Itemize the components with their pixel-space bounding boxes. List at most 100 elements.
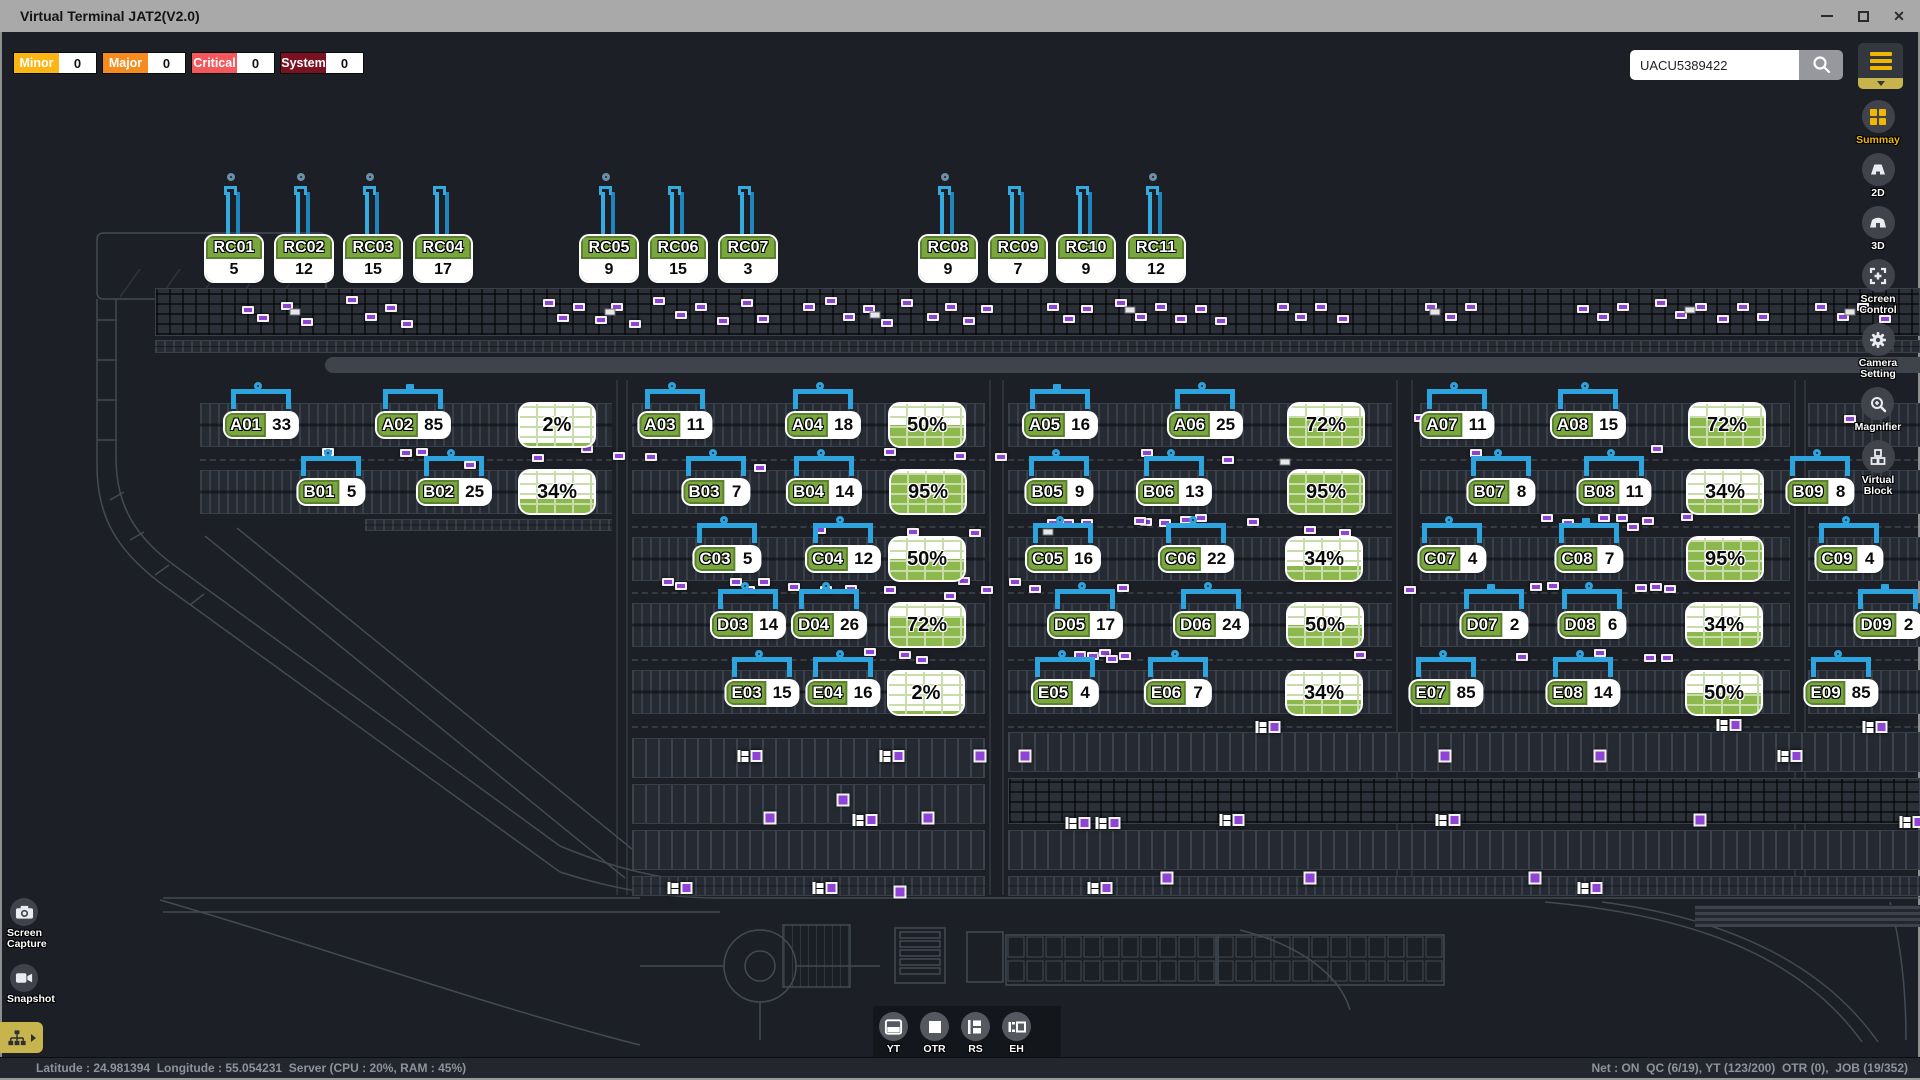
rc-crane-label-RC03[interactable]: RC0315 — [345, 236, 401, 281]
equipment-marker[interactable] — [922, 812, 935, 825]
block-label-E07[interactable]: E0785 — [1410, 681, 1481, 705]
container-marker[interactable] — [944, 592, 956, 600]
equipment-toggle-eh[interactable]: EH — [1002, 1012, 1031, 1055]
occupancy-badge[interactable]: 34% — [520, 471, 594, 513]
close-button[interactable]: ✕ — [1888, 5, 1910, 27]
block-label-C08[interactable]: C087 — [1556, 547, 1621, 571]
container-marker[interactable] — [1651, 445, 1663, 453]
block-label-D07[interactable]: D072 — [1461, 613, 1526, 637]
menu-collapse-tab[interactable] — [1858, 78, 1903, 89]
sidebar-item-screen-control[interactable]: Screen Control — [1847, 259, 1909, 316]
block-label-B07[interactable]: B078 — [1468, 480, 1533, 504]
yard-truck-marker[interactable] — [668, 882, 693, 894]
block-label-E09[interactable]: E0985 — [1805, 681, 1876, 705]
container-marker[interactable] — [1577, 305, 1589, 313]
container-marker[interactable] — [257, 314, 269, 322]
yard-truck-marker[interactable] — [1717, 719, 1742, 731]
container-marker[interactable] — [1717, 315, 1729, 323]
container-marker[interactable] — [899, 651, 911, 659]
container-marker[interactable] — [695, 303, 707, 311]
container-marker[interactable] — [1119, 652, 1131, 660]
container-marker[interactable] — [1134, 517, 1146, 525]
container-marker[interactable] — [758, 578, 770, 586]
occupancy-badge[interactable]: 50% — [890, 404, 964, 446]
block-label-C07[interactable]: C074 — [1419, 547, 1484, 571]
tool-snapshot[interactable]: Snapshot — [7, 964, 63, 1005]
yard-truck-marker[interactable] — [1578, 882, 1603, 894]
equipment-toggle-yt[interactable]: YT — [879, 1012, 908, 1055]
container-marker[interactable] — [1215, 317, 1227, 325]
container-marker[interactable] — [1757, 313, 1769, 321]
block-label-A07[interactable]: A0711 — [1421, 413, 1492, 437]
alarm-counter-system[interactable]: System0 — [280, 52, 364, 74]
container-marker[interactable] — [385, 304, 397, 312]
container-marker[interactable] — [1117, 584, 1129, 592]
container-marker[interactable] — [843, 313, 855, 321]
equipment-marker[interactable] — [1161, 872, 1174, 885]
rc-crane-label-RC01[interactable]: RC015 — [206, 236, 262, 281]
yard-truck-marker[interactable] — [1220, 814, 1245, 826]
occupancy-badge[interactable]: 72% — [890, 604, 964, 646]
equipment-marker[interactable] — [764, 812, 777, 825]
container-marker[interactable] — [1247, 518, 1259, 526]
container-marker[interactable] — [645, 453, 657, 461]
equipment-marker[interactable] — [1594, 750, 1607, 763]
block-label-C09[interactable]: C094 — [1816, 547, 1881, 571]
rc-crane-label-RC08[interactable]: RC089 — [920, 236, 976, 281]
container-marker[interactable] — [1155, 303, 1167, 311]
container-marker[interactable] — [907, 528, 919, 536]
block-label-A08[interactable]: A0815 — [1552, 413, 1624, 437]
block-label-D06[interactable]: D0624 — [1175, 613, 1247, 637]
container-marker[interactable] — [675, 311, 687, 319]
container-marker[interactable] — [954, 452, 966, 460]
container-marker[interactable] — [963, 317, 975, 325]
rc-crane-label-RC10[interactable]: RC109 — [1058, 236, 1114, 281]
block-label-E05[interactable]: E054 — [1033, 681, 1097, 705]
container-marker[interactable] — [1661, 654, 1673, 662]
container-marker[interactable] — [1737, 303, 1749, 311]
container-marker[interactable] — [1650, 583, 1662, 591]
equipment-marker[interactable] — [837, 794, 850, 807]
sidebar-item-virtual-block[interactable]: Virtual Block — [1847, 440, 1909, 497]
main-menu-button[interactable] — [1858, 43, 1903, 78]
container-marker[interactable] — [1664, 585, 1676, 593]
container-marker[interactable] — [1655, 299, 1667, 307]
equipment-marker[interactable] — [1694, 814, 1707, 827]
container-marker[interactable] — [1277, 303, 1289, 311]
container-marker[interactable] — [884, 448, 896, 456]
container-marker[interactable] — [613, 452, 625, 460]
occupancy-badge[interactable]: 95% — [891, 471, 965, 513]
occupancy-badge[interactable]: 2% — [889, 672, 963, 714]
container-marker[interactable] — [1445, 313, 1457, 321]
container-marker[interactable] — [1063, 315, 1075, 323]
container-marker[interactable] — [1222, 456, 1234, 464]
container-marker[interactable] — [1009, 578, 1021, 586]
equipment-toggle-rs[interactable]: RS — [961, 1012, 990, 1055]
container-marker[interactable] — [595, 316, 607, 324]
container-marker[interactable] — [1106, 655, 1118, 663]
container-marker[interactable] — [1530, 583, 1542, 591]
block-label-D08[interactable]: D086 — [1559, 613, 1624, 637]
container-marker[interactable] — [754, 464, 766, 472]
rc-crane-label-RC07[interactable]: RC073 — [720, 236, 776, 281]
container-marker[interactable] — [1315, 303, 1327, 311]
block-label-C06[interactable]: C0622 — [1160, 547, 1232, 571]
block-label-E04[interactable]: E0416 — [807, 681, 878, 705]
container-marker[interactable] — [1547, 582, 1559, 590]
occupancy-badge[interactable]: 50% — [1288, 604, 1362, 646]
container-marker[interactable] — [1295, 313, 1307, 321]
container-marker[interactable] — [400, 449, 412, 457]
container-marker[interactable] — [1541, 514, 1553, 522]
block-label-B04[interactable]: B0414 — [788, 480, 860, 504]
container-marker[interactable] — [717, 317, 729, 325]
container-marker[interactable] — [901, 299, 913, 307]
container-search-input[interactable] — [1630, 50, 1799, 80]
equipment-marker[interactable] — [1019, 750, 1032, 763]
block-label-B06[interactable]: B0613 — [1138, 480, 1210, 504]
container-marker[interactable] — [346, 296, 358, 304]
container-marker[interactable] — [1304, 526, 1316, 534]
container-marker[interactable] — [1135, 313, 1147, 321]
occupancy-badge[interactable]: 95% — [1688, 538, 1762, 580]
block-label-A05[interactable]: A0516 — [1024, 413, 1096, 437]
block-label-D09[interactable]: D092 — [1855, 613, 1920, 637]
